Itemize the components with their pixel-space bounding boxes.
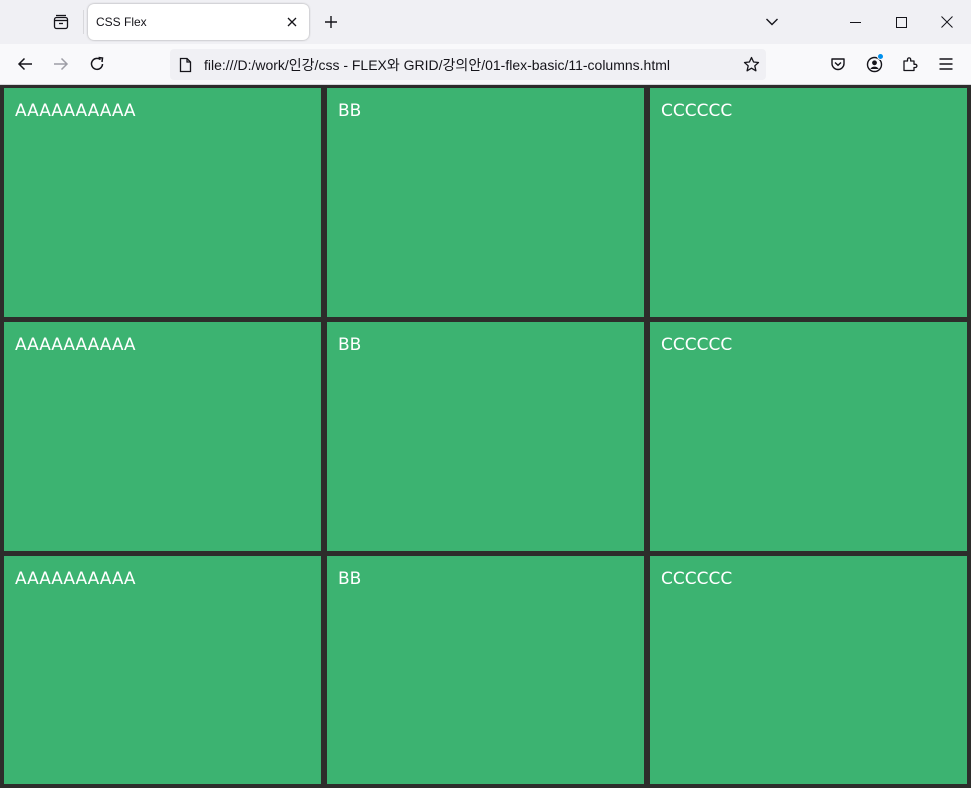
plus-icon [324,15,338,29]
url-text[interactable]: file:///D:/work/인강/css - FLEX와 GRID/강의안/… [204,55,736,75]
pocket-icon [830,56,846,72]
tab-strip: CSS Flex [0,0,971,44]
minimize-button[interactable] [832,0,878,44]
grid-cell-b: BB [327,322,644,551]
tab-list-icon [53,14,69,30]
close-window-button[interactable] [924,0,970,44]
reload-icon [89,56,105,72]
account-button[interactable] [858,48,890,80]
tab-title: CSS Flex [96,15,147,29]
grid-cell-c: CCCCCC [650,88,967,317]
grid-cell-c: CCCCCC [650,556,967,784]
reload-button[interactable] [81,48,113,80]
close-icon [941,16,953,28]
grid-cell-a: AAAAAAAAAA [4,556,321,784]
grid-cell-c: CCCCCC [650,322,967,551]
close-icon [287,17,297,27]
list-all-tabs-button[interactable] [756,6,788,38]
puzzle-icon [902,56,918,72]
tab-css-flex[interactable]: CSS Flex [88,4,309,40]
document-icon [171,49,199,80]
arrow-left-icon [17,56,33,72]
star-icon [743,56,760,73]
hamburger-icon [939,58,953,70]
tab-list-button[interactable] [44,6,78,38]
pocket-button[interactable] [822,48,854,80]
grid-cell-a: AAAAAAAAAA [4,322,321,551]
tab-separator [83,10,84,34]
account-notification-badge [877,53,884,60]
chevron-down-icon [765,17,779,27]
maximize-icon [895,16,907,28]
grid-cell-b: BB [327,88,644,317]
back-button[interactable] [9,48,41,80]
extensions-button[interactable] [894,48,926,80]
address-bar[interactable]: file:///D:/work/인강/css - FLEX와 GRID/강의안/… [170,49,766,80]
tab-close-button[interactable] [281,11,303,33]
forward-button[interactable] [45,48,77,80]
grid-cell-a: AAAAAAAAAA [4,88,321,317]
app-menu-button[interactable] [930,48,962,80]
minimize-icon [849,17,861,28]
new-tab-button[interactable] [315,6,347,38]
maximize-button[interactable] [878,0,924,44]
bookmark-star-button[interactable] [736,49,766,80]
navigation-toolbar: file:///D:/work/인강/css - FLEX와 GRID/강의안/… [0,44,971,85]
page-content: AAAAAAAAAA BB CCCCCC AAAAAAAAAA BB CCCCC… [0,85,971,788]
arrow-right-icon [53,56,69,72]
grid-cell-b: BB [327,556,644,784]
